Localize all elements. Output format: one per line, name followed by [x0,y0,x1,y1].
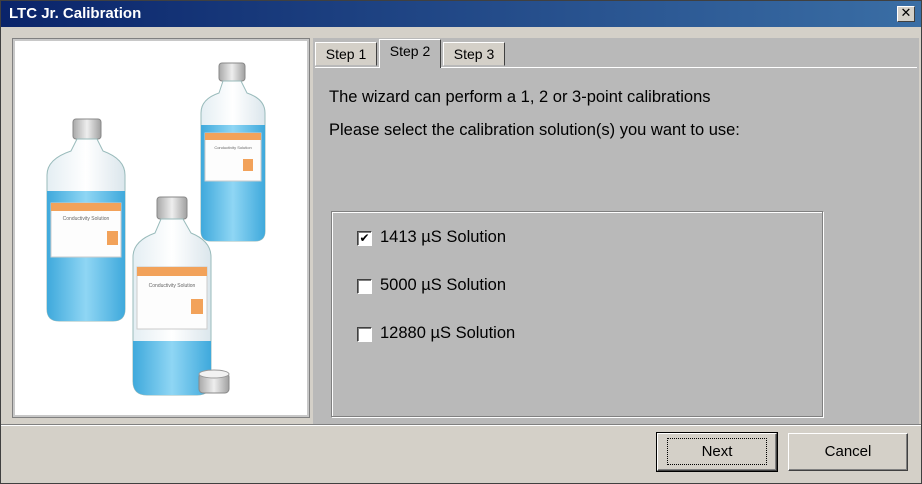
wizard-tabs: Step 1 Step 2 Step 3 The wizard can perf… [313,38,919,424]
close-button[interactable]: ✕ [897,6,915,22]
next-button[interactable]: Next [656,432,778,472]
option-label: 12880 µS Solution [380,324,516,342]
loose-cap [198,369,230,394]
tab-label: Step 2 [389,43,431,59]
option-label: 5000 µS Solution [380,276,507,294]
close-icon: ✕ [900,6,912,21]
bottle-front: Conductivity Solution [132,196,212,396]
tab-label: Step 1 [325,46,367,62]
illustration-panel: Conductivity Solution Conductivity Solut… [12,38,310,418]
cancel-button[interactable]: Cancel [788,433,908,471]
bottle-left: Conductivity Solution [46,118,126,322]
option-label: 1413 µS Solution [380,228,507,246]
window-title: LTC Jr. Calibration [9,5,142,22]
calibration-dialog: LTC Jr. Calibration ✕ Conductivity Solut… [0,0,922,484]
step-2-panel: The wizard can perform a 1, 2 or 3-point… [315,67,917,422]
bottle-label-text: Conductivity Solution [63,216,110,222]
cancel-button-label: Cancel [824,443,872,460]
tab-step-3[interactable]: Step 3 [443,42,505,66]
title-bar[interactable]: LTC Jr. Calibration ✕ [1,1,921,27]
instruction-line-1: The wizard can perform a 1, 2 or 3-point… [329,88,711,106]
bottle-right: Conductivity Solution [200,62,266,242]
bottle-label-text: Conductivity Solution [149,283,196,289]
bottle-label-text: Conductivity Solution [214,145,251,150]
solution-options-group: ✔ 1413 µS Solution 5000 µS Solution 1288… [331,211,823,417]
footer-divider [1,424,921,426]
checkbox-5000[interactable] [357,279,372,294]
tab-step-1[interactable]: Step 1 [315,42,377,66]
tab-step-2[interactable]: Step 2 [379,39,441,68]
checkbox-12880[interactable] [357,327,372,342]
tab-label: Step 3 [453,46,495,62]
next-button-label: Next [666,438,768,465]
instruction-line-2: Please select the calibration solution(s… [329,121,740,139]
checkbox-1413[interactable]: ✔ [357,231,372,246]
calibration-bottles-image: Conductivity Solution Conductivity Solut… [46,62,266,396]
